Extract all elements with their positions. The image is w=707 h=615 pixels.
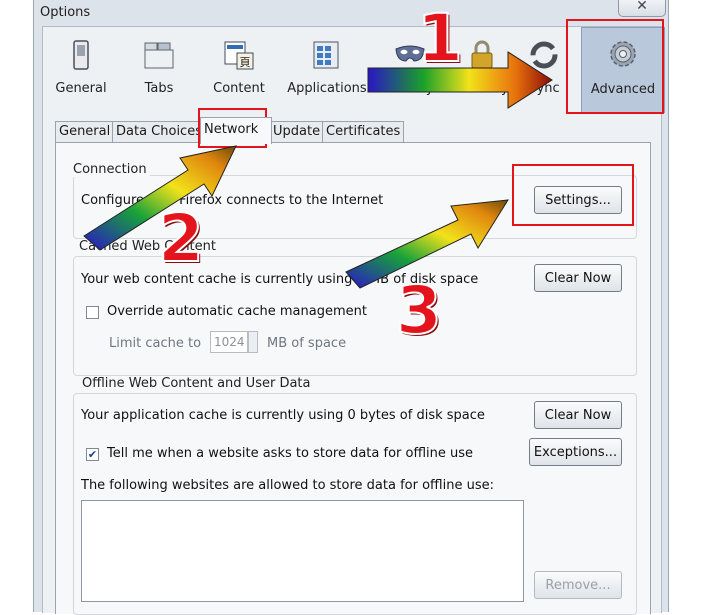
tutorial-arrows [83, 51, 553, 289]
tab-network[interactable]: Network [200, 117, 272, 144]
step-3-number: 3 [395, 272, 443, 349]
step-1-number: 1 [416, 0, 464, 77]
step-2-number: 2 [157, 200, 205, 277]
